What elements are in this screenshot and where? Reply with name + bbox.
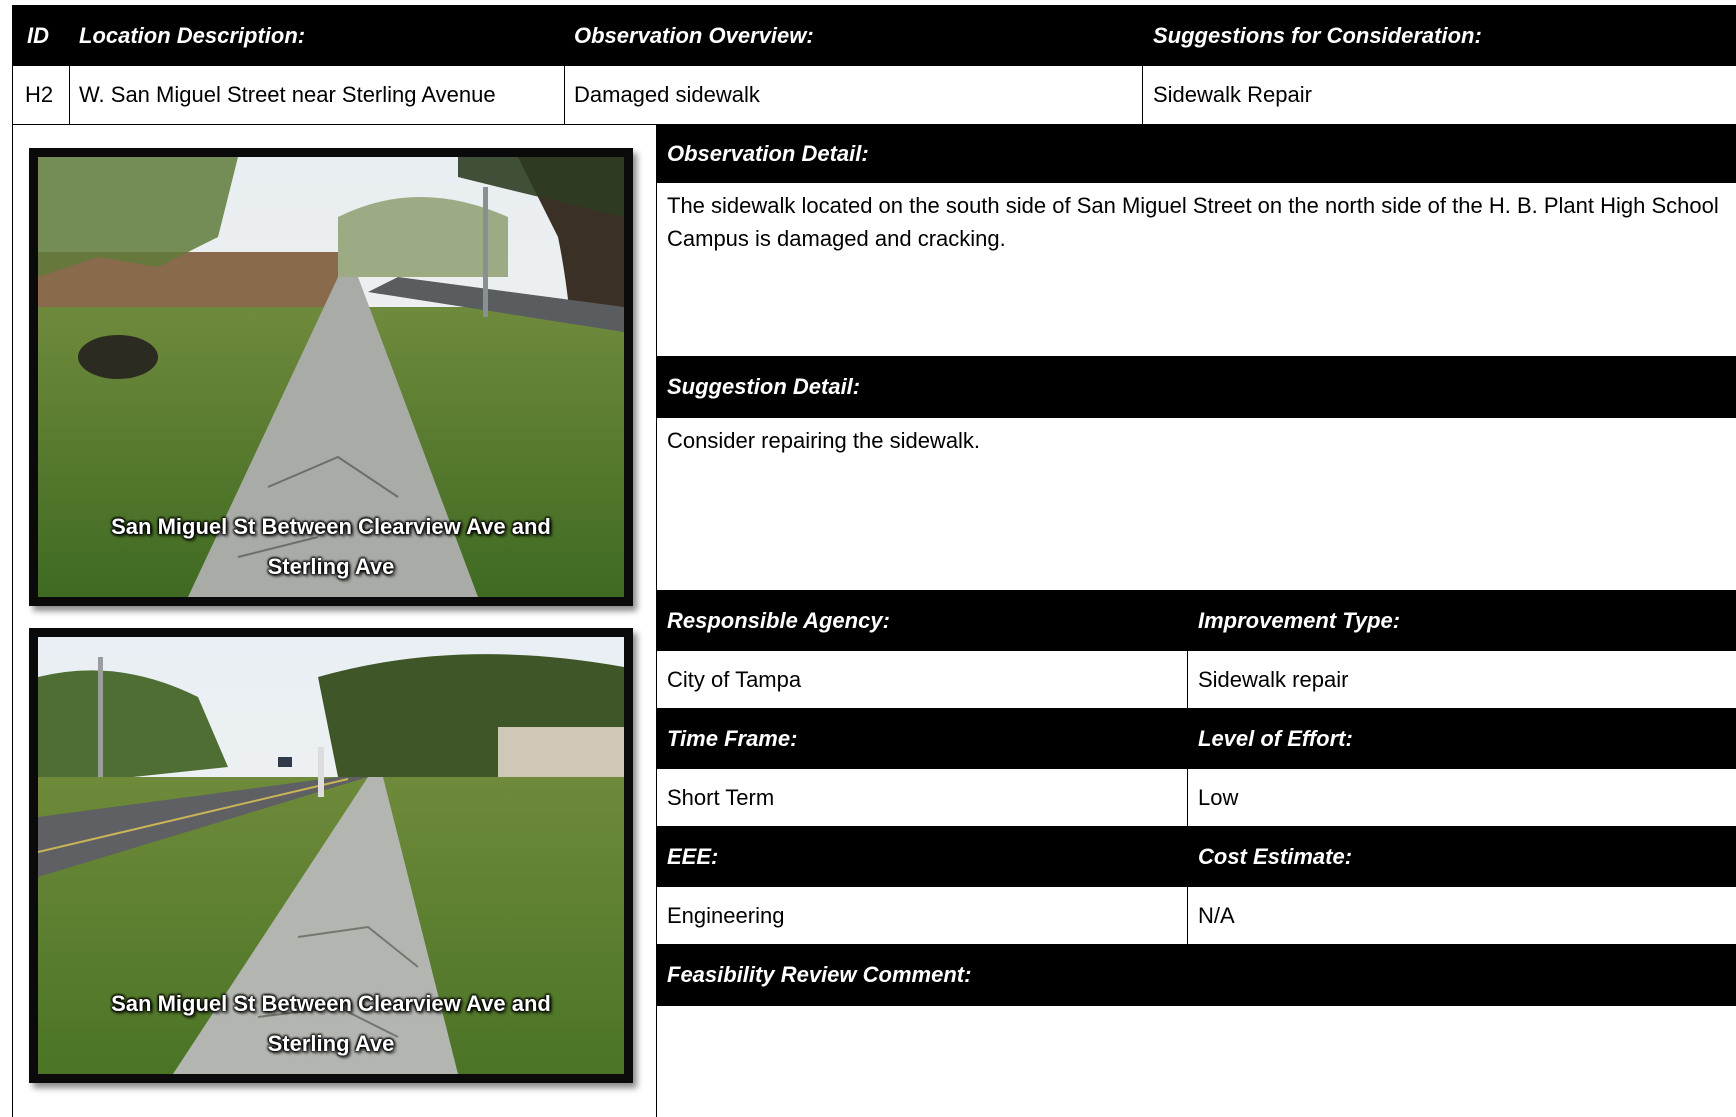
- photo-2-caption: San Miguel St Between Clearview Ave and …: [38, 984, 624, 1064]
- agency-label: Responsible Agency:: [657, 590, 1188, 651]
- photo-1-caption-line1: San Miguel St Between Clearview Ave and: [111, 514, 551, 539]
- row-suggestion: Sidewalk Repair: [1153, 82, 1312, 107]
- row-id: H2: [25, 82, 54, 107]
- header-id: ID: [13, 5, 69, 66]
- border-observation: [1142, 66, 1143, 124]
- feasibility-text: [657, 1006, 1736, 1117]
- header-location: Location Description:: [69, 5, 564, 66]
- photo-2-caption-line1: San Miguel St Between Clearview Ave and: [111, 991, 551, 1016]
- border-left: [12, 5, 13, 1117]
- suggestion-detail-text: Consider repairing the sidewalk.: [667, 428, 981, 453]
- border-fields-middle-3: [1187, 887, 1188, 944]
- row-observation: Damaged sidewalk: [574, 82, 760, 107]
- effort-label: Level of Effort:: [1188, 708, 1736, 769]
- photo-1-caption: San Miguel St Between Clearview Ave and …: [38, 507, 624, 587]
- improvement-value: Sidewalk repair: [1198, 666, 1349, 692]
- photo-2: San Miguel St Between Clearview Ave and …: [29, 628, 633, 1083]
- observation-detail-text: The sidewalk located on the south side o…: [667, 193, 1719, 251]
- cost-label: Cost Estimate:: [1188, 826, 1736, 887]
- timeframe-value: Short Term: [667, 784, 775, 810]
- header-observation: Observation Overview:: [564, 5, 1143, 66]
- eee-label: EEE:: [657, 826, 1188, 887]
- improvement-label: Improvement Type:: [1188, 590, 1736, 651]
- photo-1-caption-line2: Sterling Ave: [267, 554, 395, 579]
- border-id: [69, 66, 70, 124]
- effort-value: Low: [1198, 784, 1239, 810]
- row-location: W. San Miguel Street near Sterling Avenu…: [79, 82, 496, 107]
- timeframe-label: Time Frame:: [657, 708, 1188, 769]
- border-fields-middle-1: [1187, 651, 1188, 708]
- border-location: [564, 66, 565, 124]
- eee-value: Engineering: [667, 902, 785, 928]
- photo-2-caption-line2: Sterling Ave: [267, 1031, 395, 1056]
- photo-1: San Miguel St Between Clearview Ave and …: [29, 148, 633, 606]
- agency-value: City of Tampa: [667, 666, 802, 692]
- suggestion-detail-header: Suggestion Detail:: [657, 356, 1736, 418]
- header-suggestions: Suggestions for Consideration:: [1143, 5, 1736, 66]
- cost-value: N/A: [1198, 902, 1235, 928]
- border-fields-middle-2: [1187, 769, 1188, 826]
- feasibility-header: Feasibility Review Comment:: [657, 944, 1736, 1006]
- observation-detail-header: Observation Detail:: [657, 124, 1736, 183]
